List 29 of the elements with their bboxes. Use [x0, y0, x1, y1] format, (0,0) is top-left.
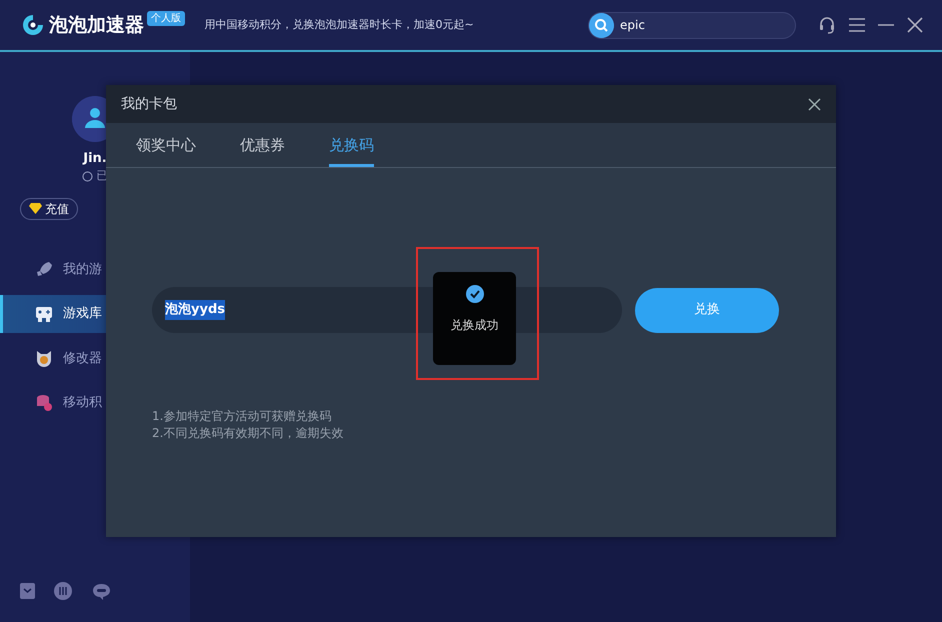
hint-text: 1.参加特定官方活动可获赠兑换码 — [152, 408, 332, 425]
gamepad-icon — [35, 305, 53, 323]
recharge-button[interactable]: 充值 — [20, 198, 78, 220]
search-field[interactable]: epic — [588, 12, 796, 38]
toast-text: 兑换成功 — [450, 317, 498, 334]
chat-bubble-icon[interactable] — [92, 582, 110, 600]
close-icon[interactable] — [808, 98, 821, 110]
headset-icon[interactable] — [818, 16, 836, 34]
sidebar-item[interactable]: 修改器 — [0, 340, 190, 378]
menu-icon[interactable] — [848, 18, 864, 32]
tab[interactable]: 优惠券 — [240, 124, 285, 167]
diamond-icon — [28, 203, 42, 214]
edition-badge: 个人版 — [147, 10, 185, 26]
coin-stack-icon — [35, 394, 53, 412]
app-name: 泡泡加速器 — [48, 12, 144, 38]
dialog-title: 我的卡包 — [121, 94, 177, 114]
rocket-icon — [35, 260, 53, 278]
search-icon — [588, 12, 614, 38]
status-ring-icon — [82, 170, 94, 182]
user-name: Jin. — [83, 150, 107, 168]
cat-face-icon — [35, 350, 53, 368]
close-icon[interactable] — [906, 17, 922, 33]
check-icon — [466, 285, 484, 303]
sidebar-item[interactable]: 我的游 — [0, 250, 190, 288]
minimize-icon[interactable] — [878, 24, 894, 26]
tab[interactable]: 领奖中心 — [136, 124, 196, 167]
hint-text: 2.不同兑换码有效期不同，逾期失效 — [152, 425, 344, 442]
tab[interactable]: 兑换码 — [329, 124, 374, 167]
promo-text[interactable]: 用中国移动积分，兑换泡泡加速器时长卡，加速0元起~ — [204, 16, 474, 34]
